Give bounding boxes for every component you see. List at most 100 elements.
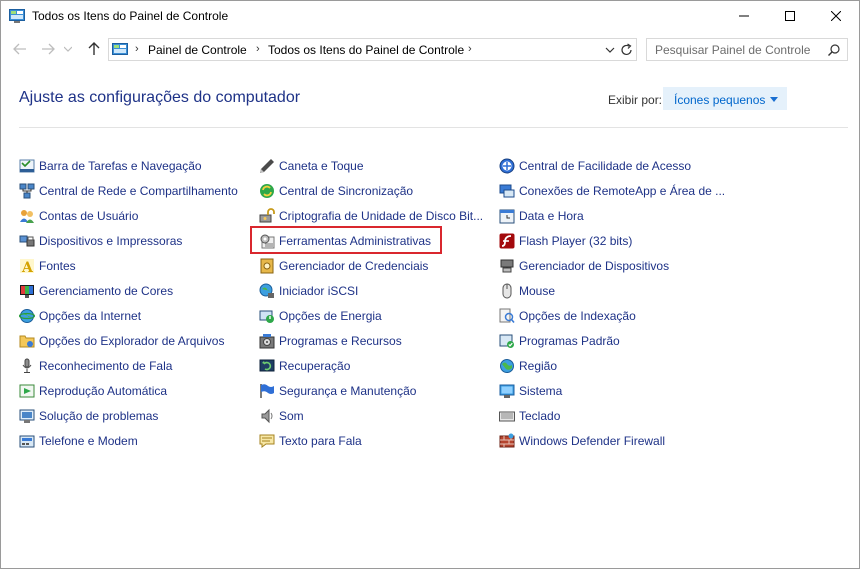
item-label[interactable]: Solução de problemas (39, 409, 158, 423)
item-teclado[interactable]: Teclado (499, 403, 725, 428)
item-label[interactable]: Windows Defender Firewall (519, 434, 665, 448)
item-reproducao-automatica[interactable]: Reprodução Automática (19, 378, 238, 403)
item-som[interactable]: Som (259, 403, 483, 428)
item-label[interactable]: Data e Hora (519, 209, 584, 223)
item-texto-para-fala[interactable]: Texto para Fala (259, 428, 483, 453)
item-reconhecimento-de-fala[interactable]: Reconhecimento de Fala (19, 353, 238, 378)
item-label[interactable]: Criptografia de Unidade de Disco Bit... (279, 209, 483, 223)
search-input[interactable]: Pesquisar Painel de Controle (655, 43, 810, 57)
flag-icon (259, 383, 275, 399)
item-label[interactable]: Central de Facilidade de Acesso (519, 159, 691, 173)
item-label[interactable]: Reprodução Automática (39, 384, 167, 398)
item-label[interactable]: Flash Player (32 bits) (519, 234, 632, 248)
item-label[interactable]: Texto para Fala (279, 434, 362, 448)
page-title: Ajuste as configurações do computador (19, 89, 301, 106)
item-data-e-hora[interactable]: Data e Hora (499, 203, 725, 228)
item-label[interactable]: Central de Rede e Compartilhamento (39, 184, 238, 198)
item-label[interactable]: Segurança e Manutenção (279, 384, 416, 398)
item-label[interactable]: Programas Padrão (519, 334, 620, 348)
item-windows-defender-firewall[interactable]: Windows Defender Firewall (499, 428, 725, 453)
item-label[interactable]: Central de Sincronização (279, 184, 413, 198)
caret-down-icon[interactable] (770, 97, 778, 102)
item-criptografia-bitlocker[interactable]: Criptografia de Unidade de Disco Bit... (259, 203, 483, 228)
item-label[interactable]: Iniciador iSCSI (279, 284, 358, 298)
item-seguranca-e-manutencao[interactable]: Segurança e Manutenção (259, 378, 483, 403)
item-label[interactable]: Som (279, 409, 304, 423)
item-label[interactable]: Fontes (39, 259, 76, 273)
forward-button[interactable] (37, 38, 59, 60)
arrow-up-icon (88, 42, 100, 55)
item-contas-de-usuario[interactable]: Contas de Usuário (19, 203, 238, 228)
item-iniciador-iscsi[interactable]: Iniciador iSCSI (259, 278, 483, 303)
close-icon (831, 11, 841, 21)
item-fontes[interactable]: A Fontes (19, 253, 238, 278)
item-mouse[interactable]: Mouse (499, 278, 725, 303)
item-barra-de-tarefas[interactable]: Barra de Tarefas e Navegação (19, 153, 238, 178)
item-opcoes-de-indexacao[interactable]: Opções de Indexação (499, 303, 725, 328)
item-conexoes-remoteapp[interactable]: Conexões de RemoteApp e Área de ... (499, 178, 725, 203)
view-by-dropdown[interactable]: Ícones pequenos (663, 87, 787, 110)
item-label[interactable]: Reconhecimento de Fala (39, 359, 172, 373)
item-label[interactable]: Caneta e Toque (279, 159, 364, 173)
item-label[interactable]: Telefone e Modem (39, 434, 138, 448)
item-gerenciador-de-credenciais[interactable]: Gerenciador de Credenciais (259, 253, 483, 278)
item-label[interactable]: Gerenciamento de Cores (39, 284, 173, 298)
item-label[interactable]: Recuperação (279, 359, 350, 373)
item-gerenciador-de-dispositivos[interactable]: Gerenciador de Dispositivos (499, 253, 725, 278)
item-gerenciamento-de-cores[interactable]: Gerenciamento de Cores (19, 278, 238, 303)
item-label[interactable]: Barra de Tarefas e Navegação (39, 159, 202, 173)
programs-icon (259, 333, 275, 349)
breadcrumb-painel-de-controle[interactable]: Painel de Controle (148, 43, 247, 57)
minimize-button[interactable] (721, 1, 767, 31)
recent-locations-button[interactable] (61, 38, 75, 60)
highlight-box (250, 226, 442, 254)
item-solucao-de-problemas[interactable]: Solução de problemas (19, 403, 238, 428)
item-label[interactable]: Região (519, 359, 557, 373)
item-label[interactable]: Opções do Explorador de Arquivos (39, 334, 224, 348)
item-programas-padrao[interactable]: Programas Padrão (499, 328, 725, 353)
item-recuperacao[interactable]: Recuperação (259, 353, 483, 378)
item-opcoes-do-explorador[interactable]: Opções do Explorador de Arquivos (19, 328, 238, 353)
item-central-de-sincronizacao[interactable]: Central de Sincronização (259, 178, 483, 203)
item-flash-player[interactable]: Flash Player (32 bits) (499, 228, 725, 253)
item-label[interactable]: Gerenciador de Credenciais (279, 259, 428, 273)
item-opcoes-da-internet[interactable]: Opções da Internet (19, 303, 238, 328)
back-button[interactable] (9, 38, 31, 60)
item-programas-e-recursos[interactable]: Programas e Recursos (259, 328, 483, 353)
control-panel-icon (112, 43, 128, 55)
item-central-de-facilidade-de-acesso[interactable]: Central de Facilidade de Acesso (499, 153, 725, 178)
item-opcoes-de-energia[interactable]: Opções de Energia (259, 303, 483, 328)
up-button[interactable] (83, 38, 105, 60)
search-box[interactable]: Pesquisar Painel de Controle (646, 38, 848, 61)
item-label[interactable]: Programas e Recursos (279, 334, 402, 348)
chevron-right-icon[interactable]: › (468, 43, 472, 55)
item-regiao[interactable]: Região (499, 353, 725, 378)
item-label[interactable]: Contas de Usuário (39, 209, 138, 223)
address-bar[interactable]: › Painel de Controle › Todos os Itens do… (108, 38, 637, 61)
item-label[interactable]: Teclado (519, 409, 560, 423)
item-label[interactable]: Conexões de RemoteApp e Área de ... (519, 184, 725, 198)
item-label[interactable]: Dispositivos e Impressoras (39, 234, 182, 248)
chevron-right-icon[interactable]: › (256, 43, 260, 55)
item-label[interactable]: Sistema (519, 384, 562, 398)
view-by-value[interactable]: Ícones pequenos (674, 93, 765, 107)
item-label[interactable]: Opções da Internet (39, 309, 141, 323)
item-sistema[interactable]: Sistema (499, 378, 725, 403)
item-dispositivos-e-impressoras[interactable]: Dispositivos e Impressoras (19, 228, 238, 253)
item-label[interactable]: Opções de Energia (279, 309, 382, 323)
close-button[interactable] (813, 1, 859, 31)
item-label[interactable]: Gerenciador de Dispositivos (519, 259, 669, 273)
chevron-right-icon[interactable]: › (135, 43, 139, 55)
item-caneta-e-toque[interactable]: Caneta e Toque (259, 153, 483, 178)
power-icon (259, 308, 275, 324)
refresh-icon[interactable] (620, 42, 634, 58)
item-label[interactable]: Opções de Indexação (519, 309, 636, 323)
maximize-button[interactable] (767, 1, 813, 31)
item-telefone-e-modem[interactable]: Telefone e Modem (19, 428, 238, 453)
item-central-de-rede[interactable]: Central de Rede e Compartilhamento (19, 178, 238, 203)
breadcrumb-todos-os-itens[interactable]: Todos os Itens do Painel de Controle (268, 43, 464, 57)
chevron-down-icon[interactable] (603, 43, 617, 57)
item-label[interactable]: Mouse (519, 284, 555, 298)
search-icon[interactable] (827, 43, 841, 57)
credentials-icon (259, 258, 275, 274)
